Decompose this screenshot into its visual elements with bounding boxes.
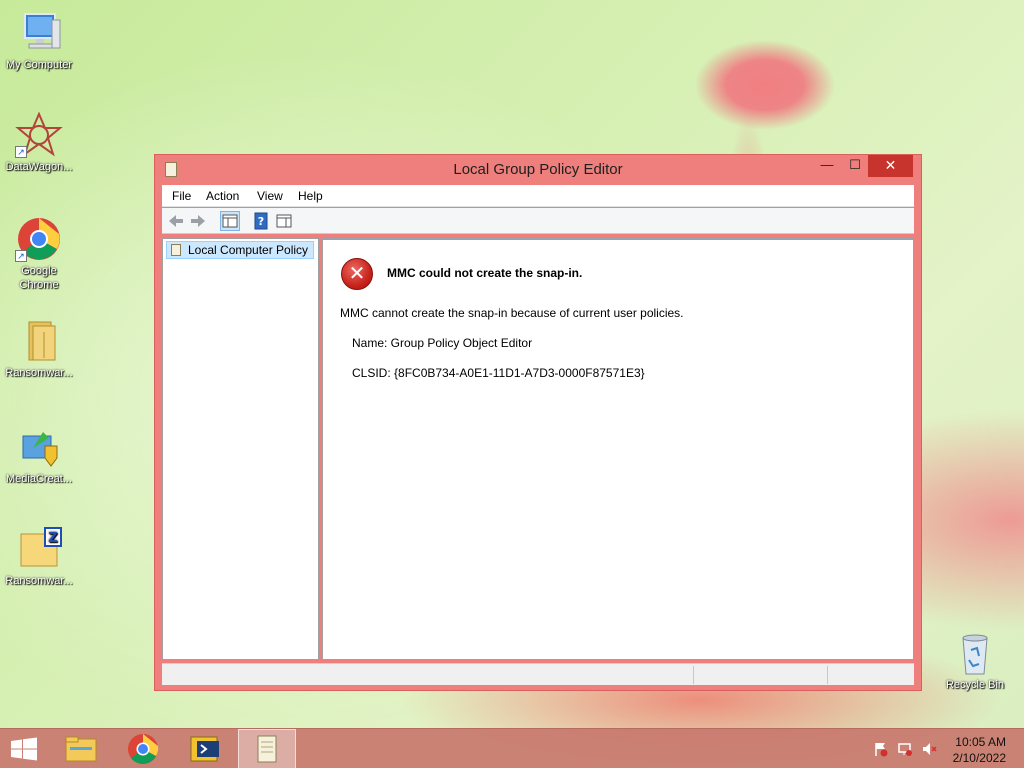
taskbar-powershell[interactable] (176, 729, 234, 768)
error-title: MMC could not create the snap-in. (387, 266, 583, 280)
svg-text:Z: Z (48, 531, 57, 546)
menu-action[interactable]: Action (206, 189, 239, 203)
taskbar-notepad[interactable] (238, 729, 296, 768)
menu-bar: File Action View Help (162, 185, 914, 207)
forward-arrow-icon[interactable] (188, 211, 208, 231)
taskbar-google-chrome[interactable] (114, 729, 172, 768)
error-clsid: CLSID: {8FC0B734-A0E1-11D1-A7D3-0000F875… (352, 366, 645, 380)
clock-time[interactable]: 10:05 AM (955, 735, 1006, 749)
taskbar-file-explorer[interactable] (52, 729, 110, 768)
error-message: MMC cannot create the snap-in because of… (340, 306, 684, 320)
folder-icon (15, 318, 63, 364)
tree-item-local-computer-policy[interactable]: Local Computer Policy (166, 241, 314, 259)
help-icon[interactable]: ? (251, 211, 271, 231)
windows-logo-icon (11, 737, 37, 761)
menu-help[interactable]: Help (298, 189, 323, 203)
desktop-icon-label: Ransomwar... (5, 575, 73, 587)
clock-date[interactable]: 2/10/2022 (953, 751, 1006, 765)
minimize-button[interactable]: — (813, 155, 841, 177)
desktop-icon-label: Google Chrome (19, 265, 59, 291)
recycle-bin-icon (951, 630, 999, 676)
desktop-icon-datawagon[interactable]: ↗ DataWagon... (1, 111, 77, 174)
desktop-icon-label: Recycle Bin (945, 679, 1005, 691)
menu-view[interactable]: View (257, 189, 283, 203)
action-center-flag-icon[interactable] (873, 741, 889, 757)
desktop-icon-label: DataWagon... (5, 161, 73, 173)
group-policy-editor-window: Local Group Policy Editor — ☐ ✕ File Act… (154, 154, 922, 691)
chrome-icon (128, 734, 159, 764)
media-creation-icon (15, 424, 63, 470)
desktop-icon-recycle-bin[interactable]: Recycle Bin (937, 630, 1013, 692)
zip-folder-icon: Z (15, 526, 63, 572)
console-tree-pane[interactable]: Local Computer Policy (162, 238, 319, 660)
window-titlebar[interactable]: Local Group Policy Editor — ☐ ✕ (155, 155, 921, 185)
close-button[interactable]: ✕ (868, 155, 913, 177)
chrome-icon: ↗ (15, 216, 63, 262)
shortcut-arrow-icon: ↗ (15, 250, 27, 262)
computer-icon (15, 10, 63, 56)
status-divider (693, 666, 694, 684)
desktop-icon-ransomware-zip[interactable]: Z Ransomwar... (1, 526, 77, 588)
file-explorer-icon (65, 736, 97, 762)
desktop-icon-media-creation[interactable]: MediaCreat... (1, 424, 77, 486)
desktop-icon-my-computer[interactable]: My Computer (1, 10, 77, 72)
back-arrow-icon[interactable] (166, 211, 186, 231)
toolbar: ? (162, 208, 914, 234)
taskbar: 10:05 AM 2/10/2022 (0, 728, 1024, 768)
error-snapin-name: Name: Group Policy Object Editor (352, 336, 533, 350)
start-button[interactable] (0, 729, 48, 768)
status-divider (827, 666, 828, 684)
notepad-icon (257, 735, 277, 763)
policy-icon (171, 244, 181, 256)
shortcut-arrow-icon: ↗ (15, 146, 27, 158)
menu-file[interactable]: File (172, 189, 191, 203)
svg-text:?: ? (258, 215, 264, 228)
desktop-icon-label: MediaCreat... (5, 473, 73, 485)
window-title: Local Group Policy Editor (453, 161, 623, 178)
status-bar (162, 663, 914, 685)
action-pane-icon[interactable] (274, 211, 294, 231)
desktop-icon-ransomware-folder[interactable]: Ransomwar... (1, 318, 77, 380)
volume-muted-icon[interactable] (921, 741, 937, 757)
powershell-icon (190, 736, 219, 762)
datawagon-icon: ↗ (15, 111, 63, 158)
desktop-icon-label: My Computer (5, 59, 73, 71)
desktop-icon-google-chrome[interactable]: ↗ Google Chrome (1, 216, 77, 292)
details-pane: ✕ MMC could not create the snap-in. MMC … (322, 238, 914, 660)
maximize-button[interactable]: ☐ (841, 155, 869, 177)
error-icon: ✕ (341, 258, 373, 290)
show-hide-tree-icon[interactable] (220, 211, 240, 231)
network-icon[interactable] (897, 741, 913, 757)
desktop-icon-label: Ransomwar... (5, 367, 73, 379)
tree-item-label: Local Computer Policy (188, 243, 309, 257)
